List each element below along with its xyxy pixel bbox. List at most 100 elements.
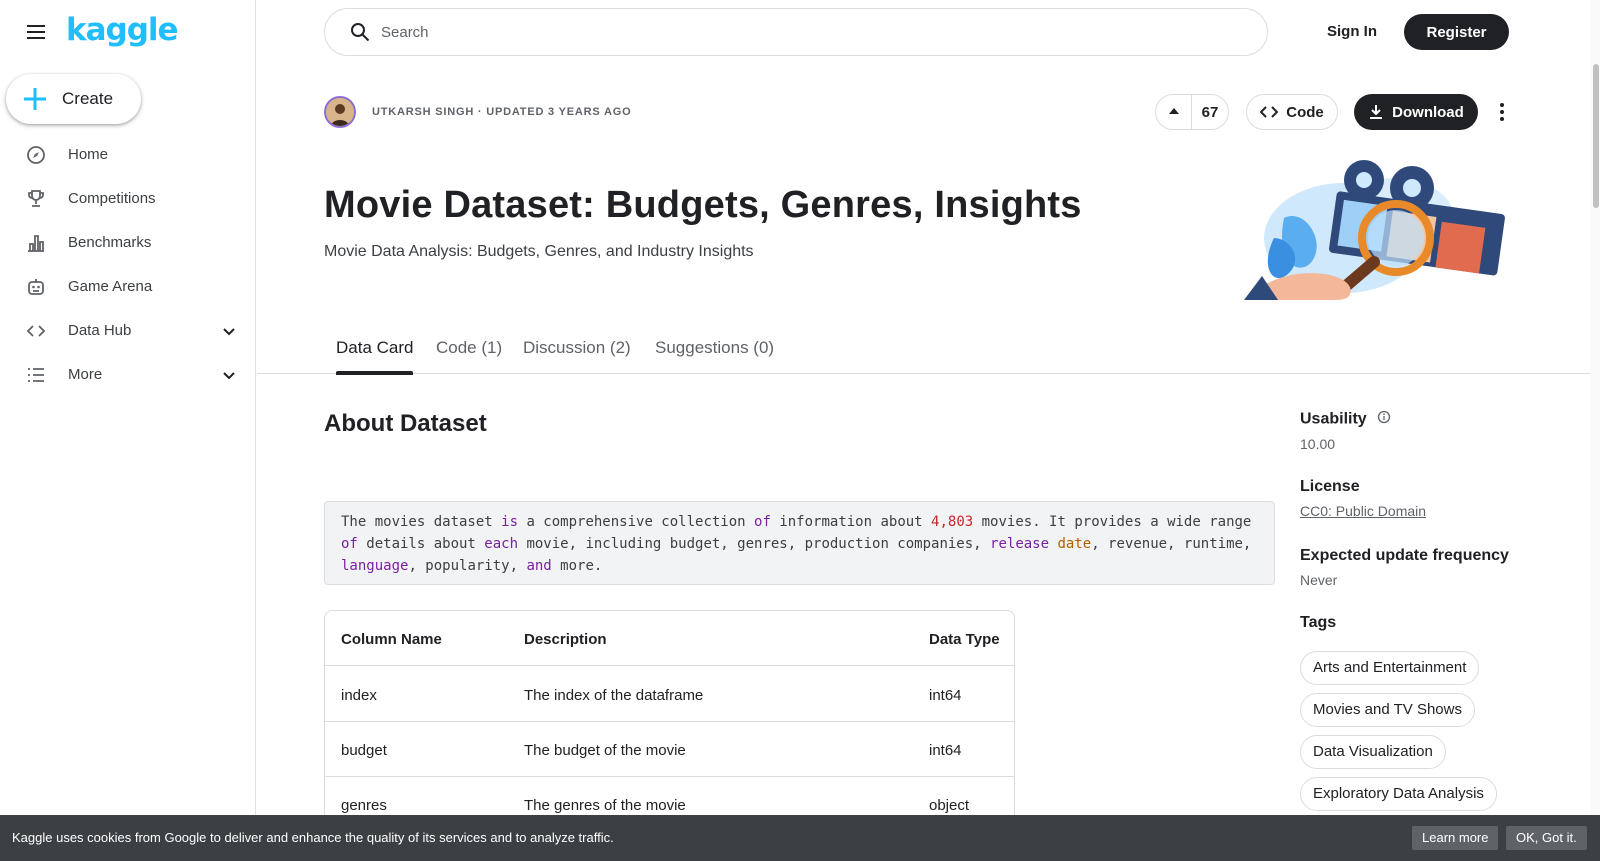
table-cell: The budget of the movie [524,742,686,759]
active-tab-indicator [336,371,414,375]
about-heading: About Dataset [324,410,487,437]
chevron-down-icon[interactable] [220,322,238,340]
code-token: language [341,558,409,574]
tag-chip[interactable]: Movies and TV Shows [1300,693,1475,727]
tab-label: Code (1) [436,338,503,357]
table-cell: budget [341,742,387,759]
tab-label: Data Card [336,338,414,357]
sidebar-item-benchmarks[interactable]: Benchmarks [0,222,256,266]
upvote-widget: 67 [1155,94,1229,130]
avatar[interactable] [324,96,356,128]
sidebar-item-label: Game Arena [68,278,153,295]
code-line: The movies dataset is a comprehensive co… [341,511,1258,533]
chevron-down-icon[interactable] [220,366,238,384]
table-cell: object [929,797,970,814]
tab-suggestions[interactable]: Suggestions (0) [655,338,774,374]
trophy-icon [25,188,47,210]
table-header-cell: Description [524,631,607,648]
list-icon [25,364,47,386]
tab-code[interactable]: Code (1) [436,338,502,374]
code-token: details about [357,536,485,552]
compass-icon [25,144,47,166]
cookie-banner: Kaggle uses cookies from Google to deliv… [0,815,1600,861]
info-icon[interactable] [1377,410,1391,429]
code-icon [1259,103,1279,121]
search-input[interactable] [381,23,1241,41]
code-token: movie, including budget, genres, product… [518,536,991,552]
table-row: budget The budget of the movie int64 [325,722,1014,777]
usability-value: 10.00 [1300,436,1336,452]
create-button[interactable]: Create [6,74,141,124]
kaggle-logo[interactable]: kaggle [66,12,179,48]
license-link[interactable]: CC0: Public Domain [1300,503,1426,519]
code-line: language, popularity, and more. [341,555,1258,577]
tab-discussion[interactable]: Discussion (2) [523,338,631,374]
table-cell: int64 [929,687,962,704]
sidebar-nav: Home Competitions Benchmarks Game Arena … [0,134,256,398]
code-token: , popularity, [408,558,527,574]
sidebar-item-label: Competitions [68,190,156,207]
code-token: 4,803 [931,514,974,530]
code-token: date [1057,536,1092,552]
tab-label: Suggestions (0) [655,338,775,357]
sidebar-item-game-arena[interactable]: Game Arena [0,266,256,310]
menu-icon[interactable] [24,20,48,44]
learn-more-button[interactable]: Learn more [1412,826,1499,850]
code-token: of [754,514,771,530]
tag-chip[interactable]: Exploratory Data Analysis [1300,777,1497,811]
dataset-description-code-block: The movies dataset is a comprehensive co… [324,501,1275,585]
tab-label: Discussion (2) [523,338,631,357]
table-cell: genres [341,797,387,814]
download-button-label: Download [1392,103,1464,121]
dataset-cover-image [1244,158,1508,300]
code-token: a comprehensive collection [518,514,755,530]
code-token: movies. It provides a wide range [973,514,1252,530]
more-vert-icon[interactable] [1490,100,1514,124]
code-token: each [484,536,519,552]
download-button[interactable]: Download [1354,94,1478,130]
usability-label-text: Usability [1300,410,1367,428]
tag-chip[interactable]: Arts and Entertainment [1300,651,1480,685]
code-button[interactable]: Code [1246,94,1338,130]
sidebar-item-label: More [68,366,103,383]
bar-chart-icon [25,232,47,254]
sign-in-button[interactable]: Sign In [1304,19,1400,45]
sidebar-item-label: Benchmarks [68,234,152,251]
update-frequency-label: Expected update frequency [1300,547,1509,564]
table-header-row: Column Name Description Data Type [325,611,1014,666]
search-bar[interactable] [324,8,1268,56]
robot-icon [25,276,47,298]
code-token: release [990,536,1050,552]
tags-label: Tags [1300,614,1337,631]
table-header-cell: Data Type [929,631,1000,648]
create-label: Create [62,89,114,108]
upvote-count: 67 [1201,103,1219,121]
register-button[interactable]: Register [1404,14,1509,50]
sidebar-item-data-hub[interactable]: Data Hub [0,310,256,354]
plus-icon [22,86,48,112]
page-subtitle: Movie Data Analysis: Budgets, Genres, an… [324,243,754,260]
sidebar-item-label: Data Hub [68,322,132,339]
code-token: , revenue, runtime, [1091,536,1252,552]
code-token: of [341,536,358,552]
tag-chip[interactable]: Data Visualization [1300,735,1446,769]
sidebar-item-more[interactable]: More [0,354,256,398]
upvote-button[interactable] [1156,95,1192,129]
code-button-label: Code [1286,103,1324,121]
sidebar-header: kaggle [0,0,256,64]
caret-up-icon [1168,103,1180,121]
cookie-ok-button[interactable]: OK, Got it. [1506,826,1587,850]
tab-bar: Data Card Code (1) Discussion (2) Sugges… [257,330,1590,375]
code-token: The movies dataset [341,514,502,530]
sidebar-item-competitions[interactable]: Competitions [0,178,256,222]
page-title: Movie Dataset: Budgets, Genres, Insights [324,184,1082,226]
tab-data-card[interactable]: Data Card [336,338,414,375]
scrollbar-thumb[interactable] [1593,64,1599,208]
sidebar-item-home[interactable]: Home [0,134,256,178]
update-frequency-value: Never [1300,572,1338,588]
usability-label: Usability [1300,410,1391,429]
code-token: information about [770,514,932,530]
table-cell: index [341,687,377,704]
license-label: License [1300,478,1360,495]
cookie-message: Kaggle uses cookies from Google to deliv… [12,830,614,845]
